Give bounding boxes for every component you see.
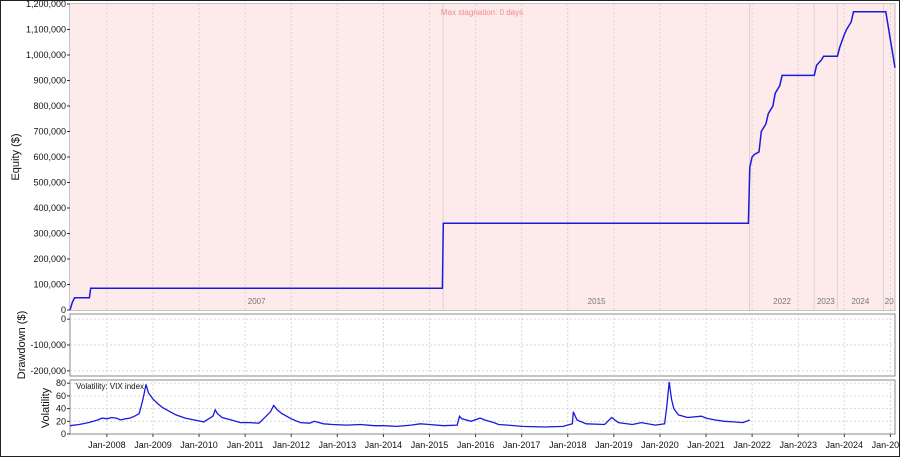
x-tick-label: Jan-2022 bbox=[733, 440, 771, 450]
x-tick-label: Jan-2013 bbox=[319, 440, 357, 450]
x-tick-label: Jan-2011 bbox=[227, 440, 264, 450]
stagnation-period bbox=[814, 4, 838, 310]
x-tick-label: Jan-2019 bbox=[595, 440, 633, 450]
stagnation-period bbox=[749, 4, 815, 310]
stagnation-period-label: 2022 bbox=[773, 297, 791, 306]
y-tick-label: 300,000 bbox=[33, 229, 66, 239]
y-tick-label: 60 bbox=[56, 391, 66, 401]
x-tick-label: Jan-2009 bbox=[134, 440, 172, 450]
equity-panel: 2007 2015 2022 2023 2024 20 0100,000200,00030… bbox=[10, 0, 896, 315]
stagnation-period-label: 2024 bbox=[852, 297, 870, 306]
x-tick-label: Jan-2018 bbox=[549, 440, 587, 450]
y-tick-label: 0 bbox=[61, 314, 66, 324]
stagnation-period bbox=[443, 4, 750, 310]
y-tick-label: 800,000 bbox=[33, 101, 66, 111]
x-tick-label: Jan-2020 bbox=[641, 440, 679, 450]
y-tick-label: 0 bbox=[61, 429, 66, 439]
y-tick-label: -100,000 bbox=[30, 340, 66, 350]
y-tick-label: 100,000 bbox=[33, 280, 66, 290]
y-tick-label: 20 bbox=[56, 416, 66, 426]
stagnation-period-label: 20 bbox=[885, 297, 894, 306]
y-tick-label: 1,100,000 bbox=[26, 25, 66, 35]
stagnation-period-label: 2023 bbox=[817, 297, 835, 306]
y-tick-label: 900,000 bbox=[33, 76, 66, 86]
drawdown-panel: 0 -100,000 -200,000 Drawdown ($) bbox=[16, 311, 896, 379]
x-tick-label: Jan-2021 bbox=[687, 440, 725, 450]
x-tick-label: Jan-2016 bbox=[457, 440, 495, 450]
volatility-axis-title: Volatility bbox=[40, 387, 52, 428]
y-tick-label: 1,000,000 bbox=[26, 50, 66, 60]
max-stagnation-label: Max stagnation: 0 days bbox=[441, 8, 523, 17]
volatility-legend: Volatility: VIX index bbox=[76, 382, 144, 391]
y-tick-label: -200,000 bbox=[30, 366, 66, 376]
x-tick-label: Jan-2012 bbox=[272, 440, 310, 450]
volatility-panel: 0 20 40 60 80 Volatility Volatility: VIX ind… bbox=[40, 378, 896, 439]
x-tick-label: Jan-2015 bbox=[411, 440, 449, 450]
x-tick-label: Jan-2023 bbox=[779, 440, 817, 450]
x-tick-label: Jan-2025 bbox=[872, 440, 900, 450]
y-tick-label: 80 bbox=[56, 378, 66, 388]
x-tick-label: Jan-2010 bbox=[180, 440, 218, 450]
y-tick-label: 400,000 bbox=[33, 203, 66, 213]
y-tick-label: 600,000 bbox=[33, 152, 66, 162]
stagnation-period bbox=[70, 4, 444, 310]
x-tick-label: Jan-2008 bbox=[88, 440, 126, 450]
drawdown-axis-title: Drawdown ($) bbox=[16, 311, 28, 379]
stagnation-period-label: 2007 bbox=[248, 297, 266, 306]
equity-axis-title: Equity ($) bbox=[10, 133, 22, 180]
x-tick-label: Jan-2024 bbox=[826, 440, 864, 450]
stagnation-period-label: 2015 bbox=[588, 297, 606, 306]
y-tick-label: 200,000 bbox=[33, 254, 66, 264]
y-tick-label: 500,000 bbox=[33, 178, 66, 188]
stagnation-period bbox=[883, 4, 895, 310]
y-tick-label: 700,000 bbox=[33, 127, 66, 137]
x-tick-label: Jan-2014 bbox=[365, 440, 403, 450]
y-tick-label: 40 bbox=[56, 404, 66, 414]
volatility-plot-area bbox=[69, 379, 896, 435]
x-tick-label: Jan-2017 bbox=[503, 440, 541, 450]
y-tick-label: 1,200,000 bbox=[26, 0, 66, 9]
equity-chart: 2007 2015 2022 2023 2024 20 0 100,000 200,000 30… bbox=[10, 0, 900, 450]
